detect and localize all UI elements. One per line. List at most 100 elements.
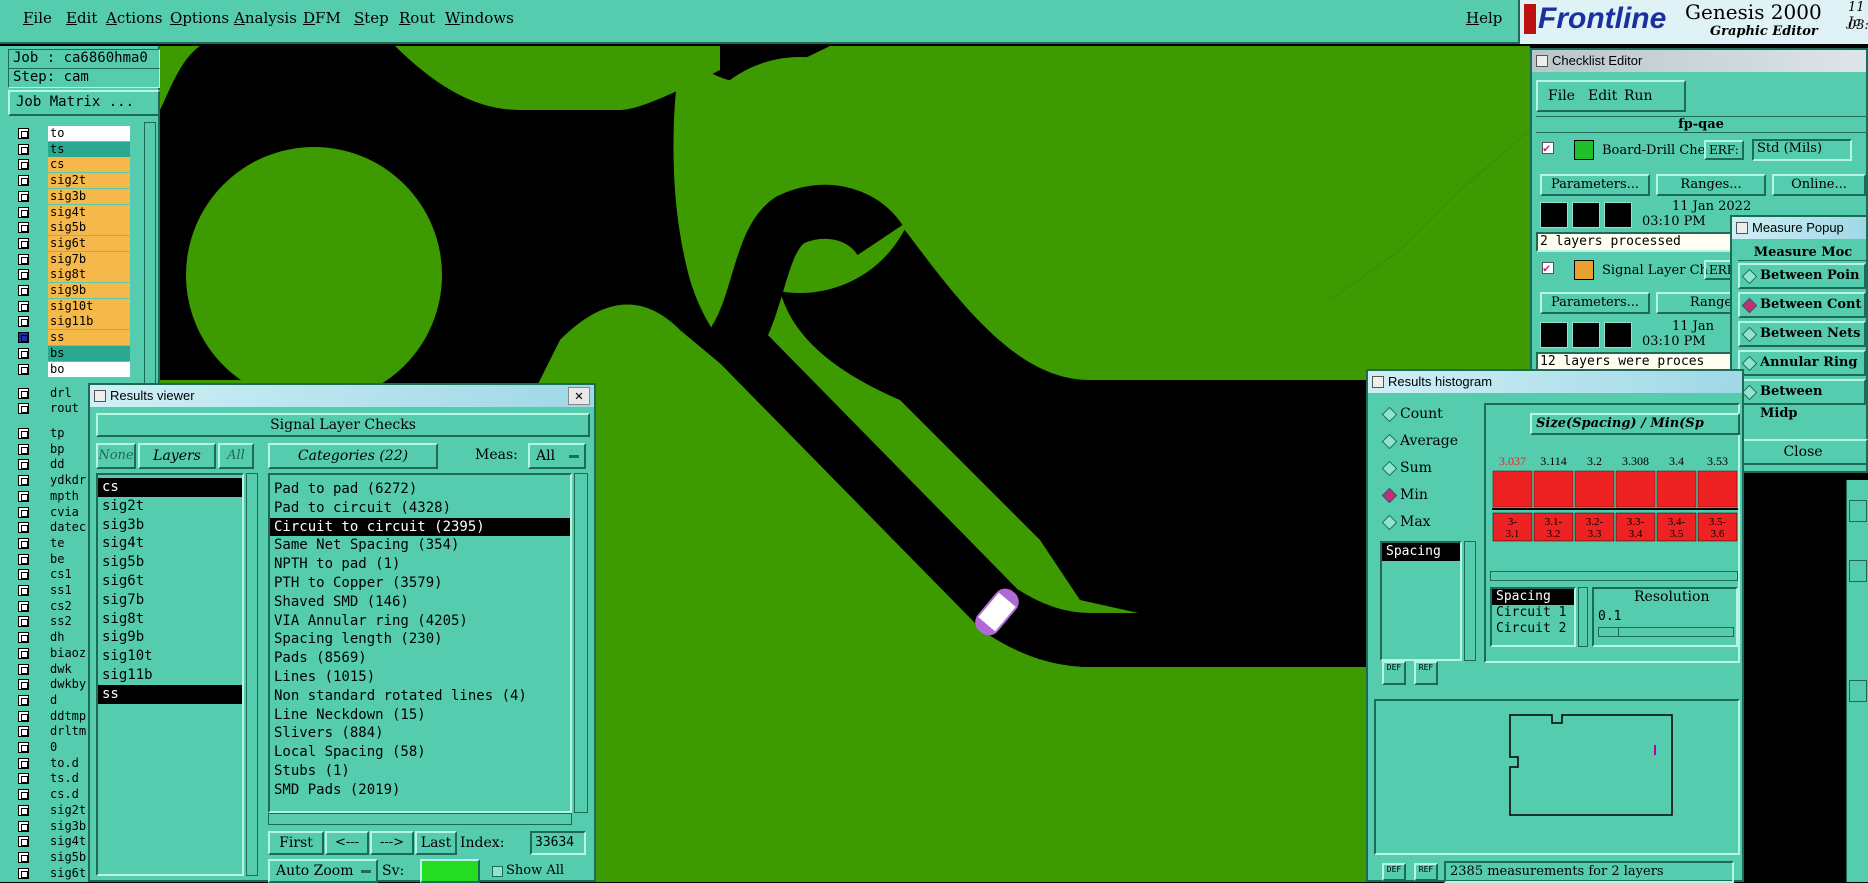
layer-checkbox[interactable]	[18, 269, 29, 281]
prev-button[interactable]: <---	[325, 831, 369, 855]
layers-button[interactable]: Layers	[138, 443, 216, 469]
index-field[interactable]: 33634	[530, 831, 586, 855]
layer-result-item[interactable]: sig11b	[98, 666, 242, 685]
category-list[interactable]: Pad to pad (6272) Pad to circuit (4328) Ci…	[268, 473, 572, 813]
checklist-menu-run[interactable]: Run	[1624, 88, 1653, 104]
zoom-in-icon[interactable]	[1849, 500, 1867, 522]
close-icon[interactable]: ✕	[568, 387, 590, 405]
layer-checkbox[interactable]	[18, 347, 29, 359]
run-icon[interactable]	[1540, 202, 1568, 228]
layer-checkbox[interactable]	[18, 647, 29, 659]
layer-name[interactable]: cs	[48, 157, 130, 173]
layer-results-list[interactable]: cs sig2t sig3b sig4t sig5b sig6t sig7b sig8t sig…	[96, 473, 244, 876]
layer-row[interactable]: sig2t	[14, 173, 134, 189]
layer-row[interactable]: sig8t	[14, 267, 134, 283]
layer-checkbox[interactable]	[18, 253, 29, 265]
layer-name[interactable]: sig3b	[48, 188, 130, 204]
layer-checkbox[interactable]	[18, 206, 29, 218]
category-item[interactable]: PTH to Copper (3579)	[270, 574, 570, 593]
layer-name[interactable]: sig4t	[48, 204, 130, 220]
menu-actions[interactable]: Actions	[106, 9, 162, 27]
menu-step[interactable]: Step	[354, 9, 389, 27]
layer-list-scrollbar[interactable]	[144, 122, 156, 392]
layer-result-item[interactable]: sig6t	[98, 572, 242, 591]
layer-checkbox[interactable]	[18, 490, 29, 502]
histogram-list-scrollbar[interactable]	[1464, 541, 1476, 661]
none-button[interactable]: None	[96, 443, 136, 469]
layer-checkbox[interactable]	[18, 679, 29, 691]
autozoom-dropdown[interactable]: Auto Zoom	[268, 859, 378, 883]
row-spacing[interactable]: Spacing	[1492, 589, 1574, 605]
layer-result-item[interactable]: sig3b	[98, 516, 242, 535]
last-button[interactable]: Last	[415, 831, 457, 855]
category-item[interactable]: Pads (8569)	[270, 649, 570, 668]
check1-erf-value[interactable]: Std (Mils)	[1752, 139, 1852, 161]
first-button[interactable]: First	[268, 831, 324, 855]
layer-result-item[interactable]: sig5b	[98, 553, 242, 572]
layer-result-item[interactable]: sig7b	[98, 591, 242, 610]
job-matrix-button[interactable]: Job Matrix ...	[8, 90, 160, 116]
measure-option[interactable]: Between Poin	[1738, 263, 1866, 289]
layer-checkbox[interactable]	[18, 804, 29, 816]
layer-checkbox[interactable]	[18, 789, 29, 801]
resolution-slider[interactable]	[1598, 627, 1734, 637]
layer-row[interactable]: sig6t	[14, 235, 134, 251]
layer-checkbox[interactable]	[18, 506, 29, 518]
layer-checkbox[interactable]	[18, 836, 29, 848]
layer-row[interactable]: sig11b	[14, 314, 134, 330]
category-item[interactable]: Pad to pad (6272)	[270, 480, 570, 499]
category-item[interactable]: Spacing length (230)	[270, 630, 570, 649]
layer-checkbox[interactable]	[18, 553, 29, 565]
category-item[interactable]: NPTH to pad (1)	[270, 555, 570, 574]
checklist-menu-edit[interactable]: Edit	[1588, 88, 1617, 104]
layer-row[interactable]: bo	[14, 361, 134, 377]
layer-checkbox[interactable]	[18, 190, 29, 202]
layer-list-scrollbar[interactable]	[246, 473, 258, 876]
layer-checkbox[interactable]	[18, 537, 29, 549]
layer-result-item[interactable]: sig10t	[98, 647, 242, 666]
category-scrollbar[interactable]	[574, 473, 588, 813]
layer-checkbox[interactable]	[18, 757, 29, 769]
measure-option[interactable]: Annular Ring	[1738, 350, 1866, 376]
layer-name[interactable]: ss	[48, 330, 130, 346]
layer-checkbox[interactable]	[18, 316, 29, 328]
layer-checkbox[interactable]	[18, 569, 29, 581]
check2-parameters-button[interactable]: Parameters...	[1540, 292, 1650, 314]
layer-name[interactable]: sig6t	[48, 235, 130, 251]
layer-checkbox[interactable]	[18, 475, 29, 487]
layer-checkbox[interactable]	[18, 616, 29, 628]
layer-checkbox[interactable]	[18, 222, 29, 234]
category-item[interactable]: Lines (1015)	[270, 668, 570, 687]
run-icon[interactable]	[1572, 202, 1600, 228]
category-hscrollbar[interactable]	[268, 813, 572, 825]
layer-name[interactable]: to	[48, 126, 130, 141]
layer-checkbox[interactable]	[18, 128, 29, 139]
layer-row[interactable]: sig3b	[14, 188, 134, 204]
category-item[interactable]: Slivers (884)	[270, 724, 570, 743]
menu-file[interactable]: File	[23, 9, 52, 27]
histogram-measure-list[interactable]: Spacing	[1380, 541, 1462, 661]
layer-name[interactable]: sig2t	[48, 173, 130, 189]
layer-name[interactable]: sig11b	[48, 314, 130, 330]
histogram-hscrollbar[interactable]	[1490, 571, 1738, 581]
layer-name[interactable]: bo	[48, 361, 130, 377]
layer-checkbox[interactable]	[18, 522, 29, 534]
layer-checkbox[interactable]	[18, 363, 29, 375]
checklist-menu-file[interactable]: File	[1548, 88, 1575, 104]
layer-checkbox[interactable]	[18, 159, 29, 171]
layer-checkbox[interactable]	[18, 851, 29, 863]
measure-option[interactable]: Between Midp	[1738, 379, 1866, 421]
def-button[interactable]: DEF	[1382, 661, 1406, 685]
layer-name[interactable]: sig8t	[48, 267, 130, 283]
all-button[interactable]: All	[218, 443, 254, 469]
category-item[interactable]: Non standard rotated lines (4)	[270, 687, 570, 706]
layer-checkbox[interactable]	[18, 143, 29, 155]
layer-name[interactable]: sig10t	[48, 298, 130, 314]
category-item[interactable]: Same Net Spacing (354)	[270, 536, 570, 555]
check1-online-button[interactable]: Online...	[1772, 174, 1866, 196]
layer-checkbox[interactable]	[18, 632, 29, 644]
menu-windows[interactable]: Windows	[445, 9, 514, 27]
layer-checkbox[interactable]	[18, 867, 29, 879]
layer-checkbox[interactable]	[18, 600, 29, 612]
measure-option[interactable]: Between Cont	[1738, 292, 1866, 318]
